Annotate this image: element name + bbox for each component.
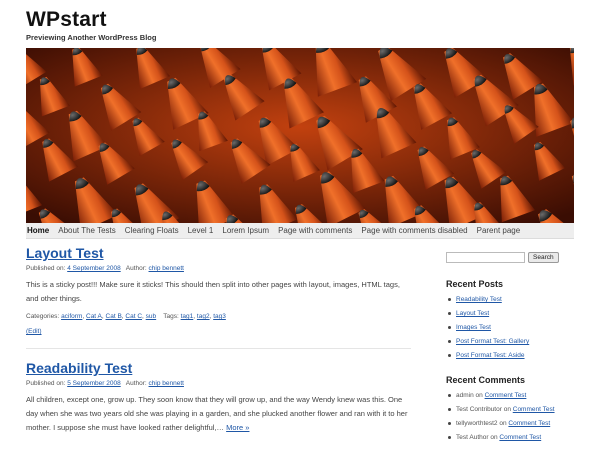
recent-posts-title: Recent Posts [446,279,504,289]
list-item: Layout Test [446,310,574,317]
site-description: Previewing Another WordPress Blog [26,33,157,42]
recent-comments-title: Recent Comments [446,375,526,385]
list-item: Images Test [446,324,574,331]
recent-post-link[interactable]: Post Format Test: Aside [456,352,525,359]
comment-on: on [503,406,511,413]
tag-link[interactable]: tag1 [181,313,194,320]
comment-author: admin [456,392,474,399]
post-title-link[interactable]: Layout Test [26,245,104,261]
main-content: Layout Test Published on: 4 September 20… [26,245,411,445]
search-button[interactable]: Search [528,252,559,263]
post-date-link[interactable]: 5 September 2008 [67,380,120,387]
list-item: tellyworthtest2 on Comment Test [446,420,574,427]
more-link[interactable]: More » [226,423,249,432]
author-label: Author: [125,265,147,272]
nav-item-about-the-tests[interactable]: About The Tests [58,226,116,235]
category-link[interactable]: sub [146,313,156,320]
comment-on: on [490,434,498,441]
post-excerpt-text: All children, except one, grow up. They … [26,395,408,432]
category-link[interactable]: Cat A [86,313,102,320]
list-item: Test Contributor on Comment Test [446,406,574,413]
post-meta: Published on: 4 September 2008 Author: c… [26,265,411,272]
post-divider [26,348,411,349]
main-navigation: Home About The Tests Clearing Floats Lev… [26,223,574,239]
comment-post-link[interactable]: Comment Test [513,406,555,413]
recent-comments-list: admin on Comment Test Test Contributor o… [446,392,574,441]
recent-post-link[interactable]: Readability Test [456,296,502,303]
comment-post-link[interactable]: Comment Test [499,434,541,441]
published-label: Published on: [26,380,66,387]
header-image [26,48,574,223]
comment-post-link[interactable]: Comment Test [508,420,550,427]
post-excerpt: All children, except one, grow up. They … [26,393,411,435]
nav-item-parent-page[interactable]: Parent page [477,226,521,235]
comment-author: tellyworthtest2 [456,420,498,427]
list-item: Test Author on Comment Test [446,434,574,441]
author-label: Author: [125,380,147,387]
post-author-link[interactable]: chip bennett [149,380,184,387]
category-link[interactable]: aciform [61,313,82,320]
post-readability-test: Readability Test Published on: 5 Septemb… [26,360,411,435]
recent-post-link[interactable]: Layout Test [456,310,489,317]
published-label: Published on: [26,265,66,272]
sidebar: Search Recent Posts Readability Test Lay… [446,252,574,448]
comment-author: Test Author [456,434,489,441]
categories-label: Categories: [26,313,60,320]
nav-item-home[interactable]: Home [27,226,49,235]
post-date-link[interactable]: 4 September 2008 [67,265,120,272]
category-link[interactable]: Cat B [106,313,122,320]
comment-on: on [475,392,483,399]
list-item: Readability Test [446,296,574,303]
post-title-link[interactable]: Readability Test [26,360,132,376]
nav-item-level-1[interactable]: Level 1 [188,226,214,235]
comment-author: Test Contributor [456,406,502,413]
nav-item-page-with-comments-disabled[interactable]: Page with comments disabled [361,226,467,235]
tag-link[interactable]: tag3 [213,313,226,320]
comment-post-link[interactable]: Comment Test [485,392,527,399]
tags-label: Tags: [163,313,179,320]
tag-link[interactable]: tag2 [197,313,210,320]
nav-item-lorem-ipsum[interactable]: Lorem Ipsum [222,226,269,235]
post-layout-test: Layout Test Published on: 4 September 20… [26,245,411,338]
post-author-link[interactable]: chip bennett [149,265,184,272]
nav-item-clearing-floats[interactable]: Clearing Floats [125,226,179,235]
site-title[interactable]: WPstart [26,8,107,32]
nav-item-page-with-comments[interactable]: Page with comments [278,226,352,235]
search-form: Search [446,252,574,263]
edit-post-link[interactable]: (Edit) [26,328,42,335]
comment-on: on [499,420,507,427]
post-meta: Published on: 5 September 2008 Author: c… [26,380,411,387]
recent-posts-list: Readability Test Layout Test Images Test… [446,296,574,359]
search-input[interactable] [446,252,525,263]
recent-post-link[interactable]: Post Format Test: Gallery [456,338,529,345]
list-item: admin on Comment Test [446,392,574,399]
list-item: Post Format Test: Gallery [446,338,574,345]
post-excerpt: This is a sticky post!!! Make sure it st… [26,280,400,303]
category-link[interactable]: Cat C [125,313,142,320]
post-taxonomy: Categories: aciform, Cat A, Cat B, Cat C… [26,313,226,320]
recent-post-link[interactable]: Images Test [456,324,491,331]
list-item: Post Format Test: Aside [446,352,574,359]
